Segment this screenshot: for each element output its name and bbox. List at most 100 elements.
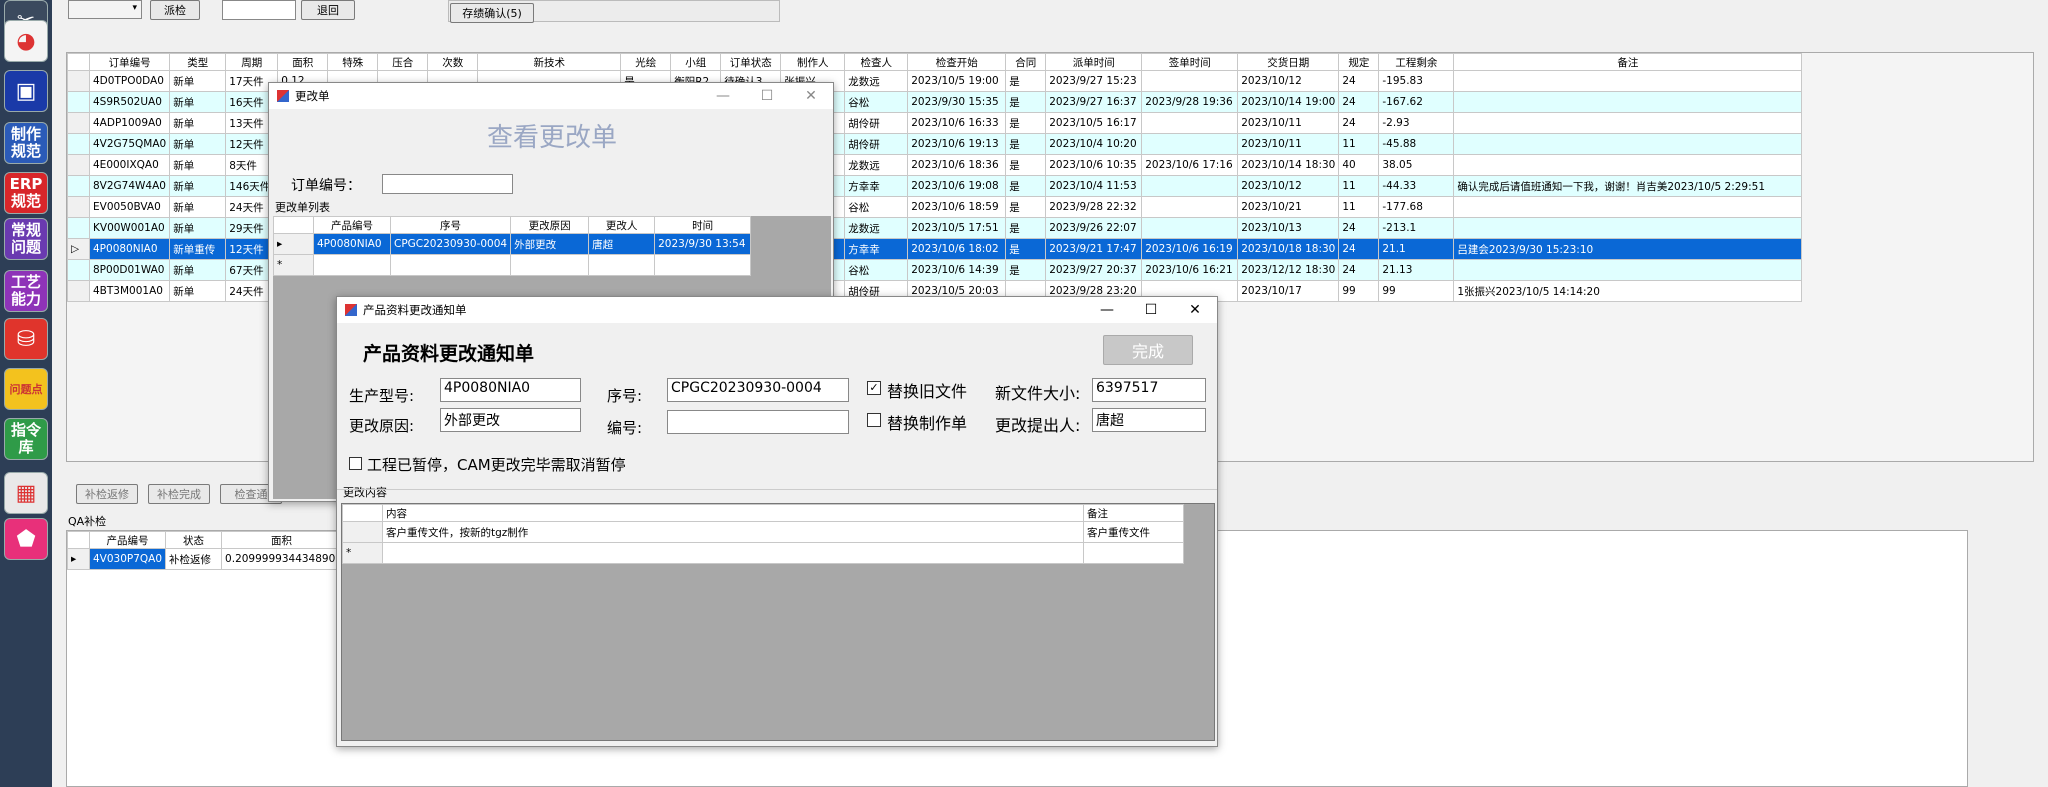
table-cell[interactable]: 新单 <box>169 280 227 302</box>
table-cell[interactable]: 是 <box>1005 217 1047 239</box>
table-cell[interactable]: 新单 <box>169 112 227 134</box>
table-cell[interactable]: 4S9R502UA0 <box>88 91 171 113</box>
code-input[interactable] <box>667 410 849 434</box>
table-cell[interactable]: 2023/10/6 16:21 <box>1141 259 1239 281</box>
table-cell[interactable]: 确认完成后请值班通知一下我，谢谢！肖吉美2023/10/5 2:29:51 <box>1453 175 1803 197</box>
shape-icon[interactable]: ⬟ <box>4 518 48 560</box>
table-cell[interactable]: 24 <box>1338 238 1380 260</box>
table-cell[interactable]: 2023/9/21 17:47 <box>1045 238 1143 260</box>
table-cell[interactable]: 4ADP1009A0 <box>88 112 171 134</box>
close-icon[interactable]: ✕ <box>789 83 833 109</box>
table-cell[interactable]: 2023/10/6 16:19 <box>1141 238 1239 260</box>
table-cell[interactable]: KV00W001A0 <box>88 217 171 239</box>
order-search-input[interactable] <box>222 0 296 20</box>
table-cell[interactable]: 11 <box>1338 133 1380 155</box>
table-cell[interactable]: 99 <box>1338 280 1380 302</box>
table-cell[interactable]: 21.13 <box>1378 259 1455 281</box>
replace-sheet-checkbox[interactable] <box>867 413 881 427</box>
table-cell[interactable]: 24 <box>1338 259 1380 281</box>
table-cell[interactable] <box>1141 112 1239 134</box>
sidebar-item-3[interactable]: 制作 规范 <box>4 122 48 164</box>
maximize-icon[interactable]: ☐ <box>1129 297 1173 323</box>
table-cell[interactable]: 2023/10/11 <box>1237 133 1340 155</box>
minimize-icon[interactable]: — <box>1085 297 1129 323</box>
table-cell[interactable]: 新单重传 <box>169 238 227 260</box>
table-cell[interactable] <box>1141 70 1239 92</box>
table-cell[interactable]: 龙数远 <box>844 70 909 92</box>
table-cell[interactable]: 2023/10/21 <box>1237 196 1340 218</box>
table-cell[interactable]: 龙数远 <box>844 217 909 239</box>
table-cell[interactable]: 2023/9/28 19:36 <box>1141 91 1239 113</box>
column-header[interactable]: 检查人 <box>844 53 909 71</box>
column-header[interactable]: 光绘 <box>620 53 672 71</box>
table-cell[interactable]: 4P0080NIA0 <box>88 238 171 260</box>
table-cell[interactable]: 2023/12/12 18:30 <box>1237 259 1340 281</box>
table-cell[interactable]: 是 <box>1005 238 1047 260</box>
sidebar-item-4[interactable]: ERP 规范 <box>4 172 48 214</box>
table-cell[interactable]: 24 <box>1338 112 1380 134</box>
table-cell[interactable] <box>1453 70 1803 92</box>
table-cell[interactable]: 谷松 <box>844 196 909 218</box>
table-cell[interactable]: 是 <box>1005 196 1047 218</box>
table-cell[interactable] <box>1141 217 1239 239</box>
sidebar-item-6[interactable]: 工艺 能力 <box>4 270 48 312</box>
reason-input[interactable]: 外部更改 <box>440 408 581 432</box>
table-cell[interactable]: 是 <box>1005 133 1047 155</box>
table-cell[interactable]: 2023/10/14 19:00 <box>1237 91 1340 113</box>
recheck-done-button[interactable]: 补检完成 <box>148 484 210 504</box>
table-cell[interactable]: 是 <box>1005 91 1047 113</box>
table-row[interactable]: 客户重传文件，按新的tgz制作 客户重传文件 <box>342 521 1184 543</box>
table-cell[interactable]: 新单 <box>169 217 227 239</box>
order-number-input[interactable] <box>382 174 513 194</box>
table-cell[interactable]: 2023/10/6 19:08 <box>907 175 1007 197</box>
close-icon[interactable]: ✕ <box>1173 297 1217 323</box>
table-cell[interactable]: 客户重传文件 <box>1083 521 1184 543</box>
table-cell[interactable]: 40 <box>1338 154 1380 176</box>
table-cell[interactable]: 是 <box>1005 175 1047 197</box>
table-cell[interactable]: 是 <box>1005 259 1047 281</box>
table-cell[interactable]: 2023/10/14 18:30 <box>1237 154 1340 176</box>
table-cell[interactable]: -213.1 <box>1378 217 1455 239</box>
table-cell[interactable]: -195.83 <box>1378 70 1455 92</box>
sidebar-item-9[interactable]: 指令 库 <box>4 418 48 460</box>
table-cell[interactable]: 方幸幸 <box>844 175 909 197</box>
table-cell[interactable]: 2023/10/17 <box>1237 280 1340 302</box>
table-cell[interactable]: 4V2G75QMA0 <box>88 133 171 155</box>
column-header[interactable]: 派单时间 <box>1045 53 1143 71</box>
pause-checkbox[interactable] <box>349 457 362 470</box>
table-cell[interactable]: 2023/10/6 18:02 <box>907 238 1007 260</box>
table-cell[interactable]: 11 <box>1338 175 1380 197</box>
table-cell[interactable] <box>1453 154 1803 176</box>
column-header[interactable]: 周期 <box>225 53 279 71</box>
table-cell[interactable]: 2023/10/6 17:16 <box>1141 154 1239 176</box>
table-cell[interactable]: 2023/10/11 <box>1237 112 1340 134</box>
table-cell[interactable]: 龙数远 <box>844 154 909 176</box>
table-cell[interactable]: 新单 <box>169 70 227 92</box>
filter-dropdown[interactable]: ▾ <box>68 0 142 19</box>
table-cell[interactable]: 8P00D01WA0 <box>88 259 171 281</box>
table-cell[interactable]: 2023/9/30 15:35 <box>907 91 1007 113</box>
table-cell[interactable]: 2023/10/6 10:35 <box>1045 154 1143 176</box>
table-cell[interactable]: 38.05 <box>1378 154 1455 176</box>
return-button[interactable]: 退回 <box>301 0 355 20</box>
table-cell[interactable]: 1张振兴2023/10/5 14:14:20 <box>1453 280 1803 302</box>
column-header[interactable]: 制作人 <box>780 53 846 71</box>
table-cell[interactable] <box>1453 112 1803 134</box>
table-cell[interactable]: 11 <box>1338 196 1380 218</box>
table-row[interactable]: ▸ 4V030P7QA0 补检返修 0.209999934434890 <box>67 548 343 570</box>
column-header[interactable]: 特殊 <box>327 53 379 71</box>
table-row[interactable]: * <box>342 542 1184 564</box>
table-cell[interactable]: 24 <box>1338 91 1380 113</box>
column-header[interactable]: 压合 <box>377 53 429 71</box>
table-cell[interactable]: 2023/10/6 18:36 <box>907 154 1007 176</box>
table-cell[interactable]: 客户重传文件，按新的tgz制作 <box>382 521 1084 543</box>
minimize-icon[interactable]: — <box>701 83 745 109</box>
table-cell[interactable]: 吕建会2023/9/30 15:23:10 <box>1453 238 1803 260</box>
table-cell[interactable] <box>1453 217 1803 239</box>
column-header[interactable]: 面积 <box>277 53 329 71</box>
table-cell[interactable]: 2023/9/27 20:37 <box>1045 259 1143 281</box>
table-cell[interactable]: 谷松 <box>844 259 909 281</box>
sidebar-item-5[interactable]: 常规 问题 <box>4 218 48 260</box>
table-cell[interactable]: 8V2G74W4A0 <box>88 175 171 197</box>
table-cell[interactable]: 2023/10/12 <box>1237 70 1340 92</box>
